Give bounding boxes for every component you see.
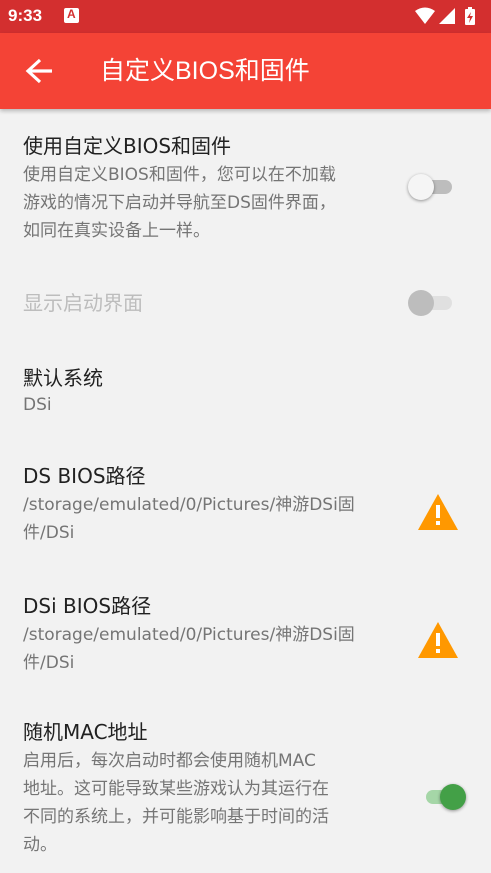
status-bar: 9:33	[0, 0, 491, 33]
setting-title: 随机MAC地址	[23, 720, 148, 744]
arrow-back-icon	[25, 58, 52, 84]
status-icons	[415, 7, 475, 25]
show-boot-screen-switch[interactable]	[408, 288, 456, 318]
setting-title: 使用自定义BIOS和固件	[23, 134, 232, 158]
warning-icon	[418, 494, 458, 530]
setting-title: DS BIOS路径	[23, 464, 146, 488]
setting-title: 显示启动界面	[23, 291, 143, 315]
use-custom-bios-switch[interactable]	[408, 172, 456, 202]
random-mac-switch[interactable]	[418, 782, 466, 812]
setting-default-system[interactable]: 默认系统 DSi	[0, 347, 491, 443]
setting-use-custom-bios[interactable]: 使用自定义BIOS和固件 使用自定义BIOS和固件，您可以在不加载 游戏的情况下…	[0, 109, 491, 259]
warning-icon	[418, 622, 458, 658]
setting-summary: 启用后，每次启动时都会使用随机MAC 地址。这可能导致某些游戏认为其运行在 不同…	[23, 751, 329, 855]
setting-title: 默认系统	[23, 366, 103, 390]
signal-icon	[439, 8, 455, 24]
setting-summary: /storage/emulated/0/Pictures/神游DSi固 件/DS…	[23, 495, 355, 543]
wifi-icon	[415, 7, 435, 24]
setting-ds-bios-path[interactable]: DS BIOS路径 /storage/emulated/0/Pictures/神…	[0, 455, 491, 565]
setting-summary: 使用自定义BIOS和固件，您可以在不加载 游戏的情况下启动并导航至DS固件界面，…	[23, 165, 336, 241]
status-time: 9:33	[8, 6, 43, 25]
setting-title: DSi BIOS路径	[23, 594, 152, 618]
notification-icon	[64, 7, 79, 23]
setting-summary: /storage/emulated/0/Pictures/神游DSi固 件/DS…	[23, 625, 355, 673]
app-bar: 自定义BIOS和固件	[0, 33, 491, 109]
setting-summary: DSi	[23, 395, 52, 415]
battery-icon	[465, 7, 475, 25]
back-button[interactable]	[18, 55, 58, 87]
setting-random-mac[interactable]: 随机MAC地址 启用后，每次启动时都会使用随机MAC 地址。这可能导致某些游戏认…	[0, 711, 491, 873]
page-title: 自定义BIOS和固件	[100, 57, 310, 85]
setting-dsi-bios-path[interactable]: DSi BIOS路径 /storage/emulated/0/Pictures/…	[0, 583, 491, 693]
setting-show-boot-screen[interactable]: 显示启动界面	[0, 259, 491, 347]
